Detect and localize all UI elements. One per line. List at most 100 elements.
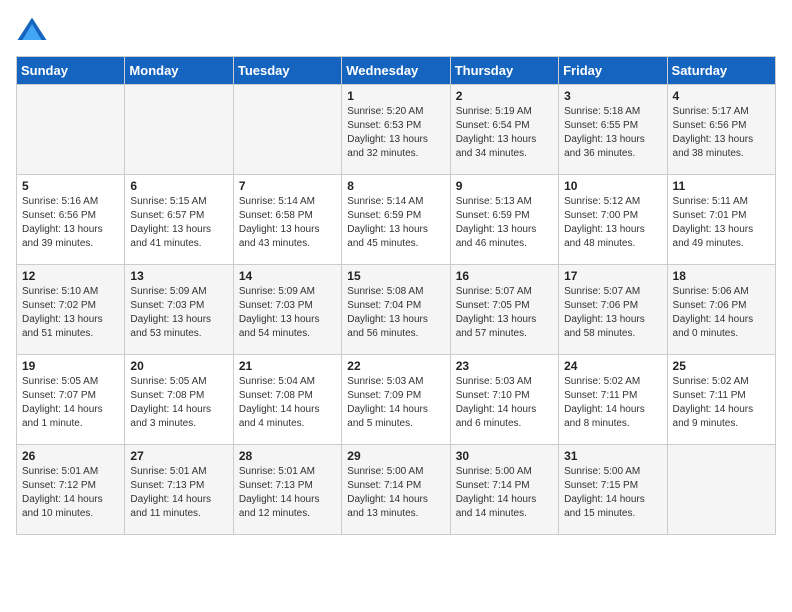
- weekday-header: Friday: [559, 57, 667, 85]
- day-number: 10: [564, 179, 661, 193]
- day-number: 22: [347, 359, 444, 373]
- day-info: Sunrise: 5:05 AMSunset: 7:07 PMDaylight:…: [22, 375, 119, 431]
- day-info: Sunrise: 5:01 AMSunset: 7:13 PMDaylight:…: [130, 465, 227, 521]
- day-number: 7: [239, 179, 336, 193]
- calendar-cell: 13 Sunrise: 5:09 AMSunset: 7:03 PMDayligh…: [125, 265, 233, 355]
- day-info: Sunrise: 5:02 AMSunset: 7:11 PMDaylight:…: [673, 375, 770, 431]
- day-info: Sunrise: 5:04 AMSunset: 7:08 PMDaylight:…: [239, 375, 336, 431]
- calendar-cell: 6 Sunrise: 5:15 AMSunset: 6:57 PMDaylight…: [125, 175, 233, 265]
- day-info: Sunrise: 5:13 AMSunset: 6:59 PMDaylight:…: [456, 195, 553, 251]
- calendar-cell: 29 Sunrise: 5:00 AMSunset: 7:14 PMDayligh…: [342, 445, 450, 535]
- calendar-cell: 21 Sunrise: 5:04 AMSunset: 7:08 PMDayligh…: [233, 355, 341, 445]
- day-info: Sunrise: 5:03 AMSunset: 7:09 PMDaylight:…: [347, 375, 444, 431]
- day-info: Sunrise: 5:05 AMSunset: 7:08 PMDaylight:…: [130, 375, 227, 431]
- calendar-cell: 4 Sunrise: 5:17 AMSunset: 6:56 PMDaylight…: [667, 85, 775, 175]
- calendar-cell: 20 Sunrise: 5:05 AMSunset: 7:08 PMDayligh…: [125, 355, 233, 445]
- day-info: Sunrise: 5:15 AMSunset: 6:57 PMDaylight:…: [130, 195, 227, 251]
- day-number: 4: [673, 89, 770, 103]
- day-info: Sunrise: 5:03 AMSunset: 7:10 PMDaylight:…: [456, 375, 553, 431]
- day-number: 9: [456, 179, 553, 193]
- day-info: Sunrise: 5:19 AMSunset: 6:54 PMDaylight:…: [456, 105, 553, 161]
- day-info: Sunrise: 5:06 AMSunset: 7:06 PMDaylight:…: [673, 285, 770, 341]
- day-number: 14: [239, 269, 336, 283]
- calendar-cell: 28Sunrise: 5:01 AMSunset: 7:13 PMDayligh…: [233, 445, 341, 535]
- day-info: Sunrise: 5:11 AMSunset: 7:01 PMDaylight:…: [673, 195, 770, 251]
- day-number: 15: [347, 269, 444, 283]
- calendar-cell: 17Sunrise: 5:07 AMSunset: 7:06 PMDayligh…: [559, 265, 667, 355]
- calendar-table: SundayMondayTuesdayWednesdayThursdayFrid…: [16, 56, 776, 535]
- calendar-cell: 22 Sunrise: 5:03 AMSunset: 7:09 PMDayligh…: [342, 355, 450, 445]
- day-number: 24: [564, 359, 661, 373]
- day-info: Sunrise: 5:20 AMSunset: 6:53 PMDaylight:…: [347, 105, 444, 161]
- day-number: 20: [130, 359, 227, 373]
- calendar-cell: 8Sunrise: 5:14 AMSunset: 6:59 PMDaylight…: [342, 175, 450, 265]
- calendar-cell: 30 Sunrise: 5:00 AMSunset: 7:14 PMDayligh…: [450, 445, 558, 535]
- day-info: Sunrise: 5:10 AMSunset: 7:02 PMDaylight:…: [22, 285, 119, 341]
- day-number: 3: [564, 89, 661, 103]
- day-number: 1: [347, 89, 444, 103]
- calendar-cell: 26Sunrise: 5:01 AMSunset: 7:12 PMDayligh…: [17, 445, 125, 535]
- calendar-cell: 5Sunrise: 5:16 AMSunset: 6:56 PMDaylight…: [17, 175, 125, 265]
- calendar-cell: 3 Sunrise: 5:18 AMSunset: 6:55 PMDaylight…: [559, 85, 667, 175]
- day-number: 25: [673, 359, 770, 373]
- calendar-cell: [667, 445, 775, 535]
- day-info: Sunrise: 5:18 AMSunset: 6:55 PMDaylight:…: [564, 105, 661, 161]
- calendar-cell: 7 Sunrise: 5:14 AMSunset: 6:58 PMDaylight…: [233, 175, 341, 265]
- calendar-cell: 27 Sunrise: 5:01 AMSunset: 7:13 PMDayligh…: [125, 445, 233, 535]
- day-number: 11: [673, 179, 770, 193]
- weekday-header: Tuesday: [233, 57, 341, 85]
- calendar-cell: 31 Sunrise: 5:00 AMSunset: 7:15 PMDayligh…: [559, 445, 667, 535]
- calendar-cell: 14 Sunrise: 5:09 AMSunset: 7:03 PMDayligh…: [233, 265, 341, 355]
- day-number: 12: [22, 269, 119, 283]
- day-info: Sunrise: 5:09 AMSunset: 7:03 PMDaylight:…: [239, 285, 336, 341]
- day-number: 6: [130, 179, 227, 193]
- day-number: 2: [456, 89, 553, 103]
- calendar-cell: 9 Sunrise: 5:13 AMSunset: 6:59 PMDaylight…: [450, 175, 558, 265]
- calendar-week-row: 26Sunrise: 5:01 AMSunset: 7:12 PMDayligh…: [17, 445, 776, 535]
- day-number: 21: [239, 359, 336, 373]
- calendar-cell: 18 Sunrise: 5:06 AMSunset: 7:06 PMDayligh…: [667, 265, 775, 355]
- day-number: 13: [130, 269, 227, 283]
- calendar-week-row: 1 Sunrise: 5:20 AMSunset: 6:53 PMDaylight…: [17, 85, 776, 175]
- page-header: [16, 16, 776, 48]
- day-info: Sunrise: 5:09 AMSunset: 7:03 PMDaylight:…: [130, 285, 227, 341]
- day-info: Sunrise: 5:07 AMSunset: 7:06 PMDaylight:…: [564, 285, 661, 341]
- day-info: Sunrise: 5:17 AMSunset: 6:56 PMDaylight:…: [673, 105, 770, 161]
- day-number: 19: [22, 359, 119, 373]
- day-number: 28: [239, 449, 336, 463]
- day-number: 27: [130, 449, 227, 463]
- day-info: Sunrise: 5:07 AMSunset: 7:05 PMDaylight:…: [456, 285, 553, 341]
- calendar-cell: 25 Sunrise: 5:02 AMSunset: 7:11 PMDayligh…: [667, 355, 775, 445]
- calendar-week-row: 12 Sunrise: 5:10 AMSunset: 7:02 PMDayligh…: [17, 265, 776, 355]
- calendar-cell: [233, 85, 341, 175]
- day-number: 18: [673, 269, 770, 283]
- day-info: Sunrise: 5:02 AMSunset: 7:11 PMDaylight:…: [564, 375, 661, 431]
- calendar-cell: 16Sunrise: 5:07 AMSunset: 7:05 PMDayligh…: [450, 265, 558, 355]
- calendar-cell: 19 Sunrise: 5:05 AMSunset: 7:07 PMDayligh…: [17, 355, 125, 445]
- day-info: Sunrise: 5:14 AMSunset: 6:58 PMDaylight:…: [239, 195, 336, 251]
- weekday-header: Saturday: [667, 57, 775, 85]
- calendar-cell: 1 Sunrise: 5:20 AMSunset: 6:53 PMDaylight…: [342, 85, 450, 175]
- day-info: Sunrise: 5:12 AMSunset: 7:00 PMDaylight:…: [564, 195, 661, 251]
- logo: [16, 16, 52, 48]
- calendar-header: SundayMondayTuesdayWednesdayThursdayFrid…: [17, 57, 776, 85]
- weekday-header: Monday: [125, 57, 233, 85]
- day-number: 30: [456, 449, 553, 463]
- day-info: Sunrise: 5:08 AMSunset: 7:04 PMDaylight:…: [347, 285, 444, 341]
- calendar-cell: 24 Sunrise: 5:02 AMSunset: 7:11 PMDayligh…: [559, 355, 667, 445]
- weekday-header: Thursday: [450, 57, 558, 85]
- day-number: 8: [347, 179, 444, 193]
- day-info: Sunrise: 5:01 AMSunset: 7:12 PMDaylight:…: [22, 465, 119, 521]
- day-info: Sunrise: 5:00 AMSunset: 7:14 PMDaylight:…: [456, 465, 553, 521]
- day-number: 29: [347, 449, 444, 463]
- calendar-cell: 12 Sunrise: 5:10 AMSunset: 7:02 PMDayligh…: [17, 265, 125, 355]
- calendar-body: 1 Sunrise: 5:20 AMSunset: 6:53 PMDaylight…: [17, 85, 776, 535]
- calendar-cell: [125, 85, 233, 175]
- day-number: 23: [456, 359, 553, 373]
- day-info: Sunrise: 5:00 AMSunset: 7:14 PMDaylight:…: [347, 465, 444, 521]
- calendar-week-row: 19 Sunrise: 5:05 AMSunset: 7:07 PMDayligh…: [17, 355, 776, 445]
- day-number: 5: [22, 179, 119, 193]
- calendar-week-row: 5Sunrise: 5:16 AMSunset: 6:56 PMDaylight…: [17, 175, 776, 265]
- day-number: 31: [564, 449, 661, 463]
- day-info: Sunrise: 5:00 AMSunset: 7:15 PMDaylight:…: [564, 465, 661, 521]
